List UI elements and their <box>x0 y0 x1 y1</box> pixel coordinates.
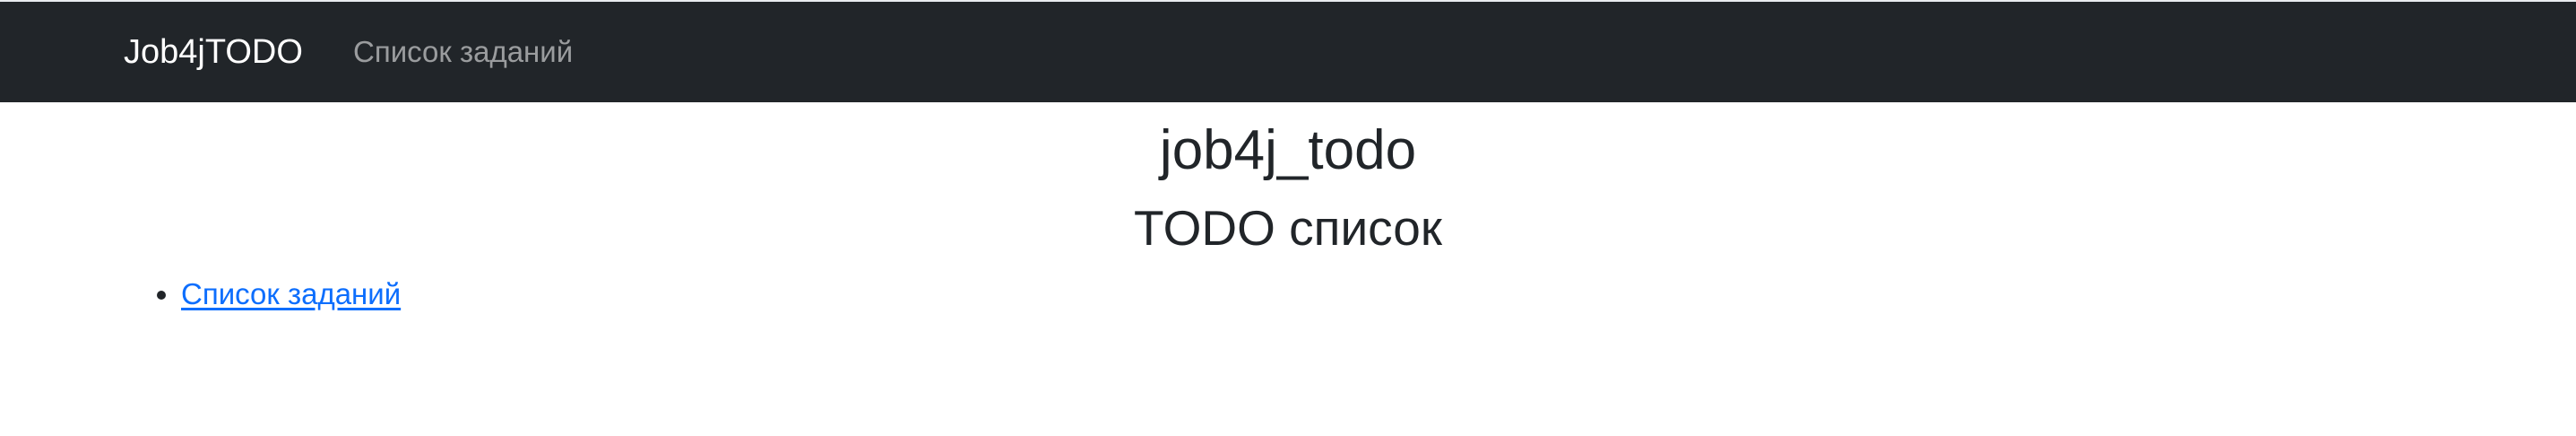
navbar-brand-link[interactable]: Job4jTODO <box>124 2 303 102</box>
list-item: Список заданий <box>181 273 401 316</box>
nav-link-task-list[interactable]: Список заданий <box>353 2 573 102</box>
page-title: job4j_todo <box>1159 119 1417 181</box>
navbar: Job4jTODO Список заданий <box>0 2 2576 102</box>
main-link-list: Список заданий <box>0 273 401 316</box>
task-list-link[interactable]: Список заданий <box>181 277 401 310</box>
page-subtitle: TODO список <box>1134 200 1442 256</box>
